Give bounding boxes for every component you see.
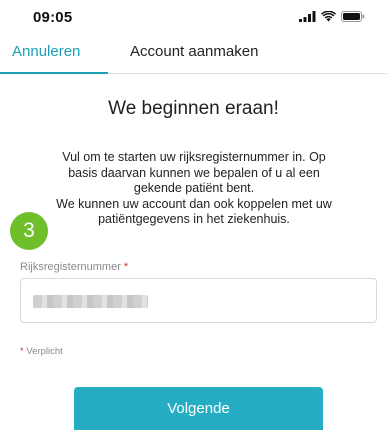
navigation-bar: Annuleren Account aanmaken: [0, 34, 387, 74]
status-bar: 09:05: [0, 0, 387, 34]
intro-text: Vul om te starten uw rijksregisternummer…: [14, 150, 374, 228]
status-time: 09:05: [33, 9, 73, 26]
intro-line: basis daarvan kunnen we bepalen of u al …: [68, 165, 320, 180]
redacted-value: [33, 295, 148, 308]
battery-icon: [341, 11, 365, 22]
intro-line: We kunnen uw account dan ook koppelen me…: [56, 196, 332, 211]
active-tab-indicator: [0, 72, 108, 74]
status-icons: [299, 11, 365, 22]
national-number-label: Rijksregisternummer *: [20, 261, 128, 273]
national-number-input[interactable]: [20, 278, 377, 323]
intro-line: gekende patiënt bent.: [133, 181, 255, 195]
required-note-text: Verplicht: [26, 346, 63, 357]
wifi-icon: [321, 11, 336, 22]
intro-line: Vul om te starten uw rijksregisternummer…: [62, 150, 326, 164]
page-title: Account aanmaken: [130, 43, 259, 60]
cancel-button[interactable]: Annuleren: [12, 43, 80, 60]
next-button[interactable]: Volgende: [74, 387, 323, 430]
intro-line: patiëntgegevens in het ziekenhuis.: [98, 212, 290, 226]
required-note: * Verplicht: [20, 346, 63, 357]
field-label-text: Rijksregisternummer: [20, 261, 121, 273]
step-number-badge: 3: [10, 212, 48, 250]
required-marker: *: [123, 261, 129, 273]
required-marker: *: [20, 346, 24, 357]
signal-icon: [299, 11, 316, 22]
welcome-heading: We beginnen eraan!: [108, 98, 279, 119]
